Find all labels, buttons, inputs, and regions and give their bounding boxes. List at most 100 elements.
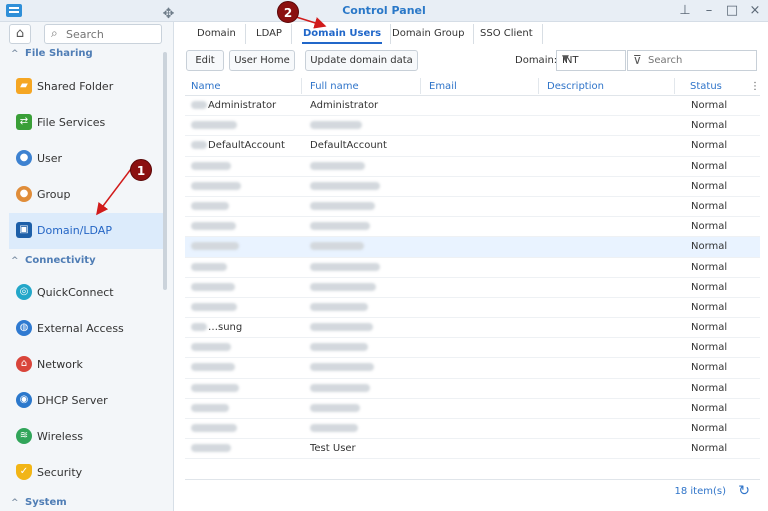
cell-full-name [310, 161, 366, 172]
cell-full-name: Administrator [310, 100, 379, 111]
column-email[interactable]: Email [429, 81, 457, 92]
section-system[interactable]: ^ System [11, 497, 67, 511]
move-window-icon[interactable]: ✥ [161, 7, 176, 22]
cell-name [191, 282, 236, 293]
cell-name [191, 403, 230, 414]
cell-status: Normal [691, 402, 728, 414]
cell-name [191, 383, 240, 394]
sidebar-item-dhcp-server[interactable]: ◉ DHCP Server [9, 383, 163, 419]
refresh-icon[interactable]: ↻ [738, 483, 750, 499]
cell-name [191, 181, 242, 192]
main-search[interactable]: ⊽ [627, 50, 757, 71]
sidebar-item-shared-folder[interactable]: ▰ Shared Folder [9, 69, 163, 105]
column-description[interactable]: Description [547, 81, 604, 92]
table-row[interactable]: Normal [185, 358, 760, 379]
sidebar-search[interactable]: ⌕ [44, 24, 162, 44]
table-row[interactable]: Normal [185, 379, 760, 399]
cell-name [191, 443, 232, 454]
sidebar-item-external-access[interactable]: ◍ External Access [9, 311, 163, 347]
table-row[interactable]: Normal [185, 177, 760, 197]
external-access-icon: ◍ [16, 320, 32, 336]
tab-domain[interactable]: Domain [188, 24, 246, 44]
section-file-sharing[interactable]: ^ File Sharing [11, 48, 93, 64]
home-icon[interactable]: ⌂ [9, 24, 31, 44]
column-full-name[interactable]: Full name [310, 81, 359, 92]
tab-ldap[interactable]: LDAP [247, 24, 292, 44]
cell-name [191, 201, 230, 212]
sidebar-item-quickconnect[interactable]: ◎ QuickConnect [9, 275, 163, 311]
edit-button[interactable]: Edit [186, 50, 224, 71]
table-row[interactable]: DefaultAccount DefaultAccount Normal [185, 136, 760, 157]
table-row[interactable]: Normal [185, 399, 760, 419]
table-row[interactable]: Normal [185, 237, 760, 258]
table-row[interactable]: Normal [185, 157, 760, 177]
sidebar-search-input[interactable] [66, 27, 158, 41]
cell-status: Normal [691, 100, 728, 111]
cell-full-name [310, 423, 359, 434]
sidebar-item-wireless[interactable]: ≋ Wireless [9, 419, 163, 455]
table-row[interactable]: …sung Normal [185, 318, 760, 339]
column-options-icon[interactable]: ⋮ [750, 81, 760, 92]
shared-folder-icon: ▰ [16, 78, 32, 94]
column-separator [420, 78, 421, 94]
sidebar-item-security[interactable]: ✓ Security [9, 455, 163, 491]
cell-status: Normal [691, 160, 728, 172]
sidebar-item-file-services[interactable]: ⇄ File Services [9, 105, 163, 141]
table-row[interactable]: Normal [185, 419, 760, 440]
table-row[interactable]: Test User Normal [185, 439, 760, 460]
sidebar-item-domain-ldap[interactable]: ▣ Domain/LDAP [9, 213, 163, 249]
table-row[interactable]: Normal [185, 278, 760, 298]
cell-full-name [310, 383, 371, 394]
pin-icon[interactable]: ⊥ [676, 2, 694, 20]
table-row[interactable]: Normal [185, 258, 760, 278]
tab-domain-users[interactable]: Domain Users [294, 24, 392, 44]
sidebar-item-group[interactable]: ● Group [9, 177, 163, 213]
cell-full-name [310, 120, 363, 131]
annotation-marker-1: 1 [130, 159, 152, 181]
cell-name [191, 342, 232, 353]
cell-full-name [310, 201, 376, 212]
domain-ldap-icon: ▣ [16, 222, 32, 238]
update-domain-data-button[interactable]: Update domain data [305, 50, 418, 71]
table-row[interactable]: Normal [185, 298, 760, 319]
cell-name [191, 221, 237, 232]
cell-full-name [310, 262, 381, 273]
table-row[interactable]: Normal [185, 197, 760, 218]
column-status[interactable]: Status [690, 81, 722, 92]
table-row[interactable]: Normal [185, 217, 760, 238]
quickconnect-icon: ◎ [16, 284, 32, 300]
table-row[interactable]: Normal [185, 338, 760, 359]
user-home-button[interactable]: User Home [229, 50, 295, 71]
minimize-icon[interactable]: – [700, 2, 718, 20]
domain-select[interactable]: INT ▼ [556, 50, 626, 71]
cell-name: …sung [191, 322, 242, 333]
cell-full-name [310, 362, 375, 373]
cell-name [191, 120, 238, 131]
table-body: Administrator Administrator Normal Normal De… [185, 96, 760, 460]
security-icon: ✓ [16, 464, 32, 480]
sidebar-item-network[interactable]: ⌂ Network [9, 347, 163, 383]
chevron-up-icon: ^ [11, 256, 19, 266]
main-search-input[interactable] [648, 54, 753, 67]
table-row[interactable]: Normal [185, 116, 760, 137]
maximize-icon[interactable]: □ [723, 2, 741, 20]
dhcp-server-icon: ◉ [16, 392, 32, 408]
cell-full-name [310, 302, 369, 313]
column-name[interactable]: Name [191, 81, 221, 92]
tab-domain-group[interactable]: Domain Group [383, 24, 475, 44]
cell-name [191, 362, 236, 373]
cell-status: Normal [691, 443, 728, 455]
section-connectivity[interactable]: ^ Connectivity [11, 255, 96, 271]
close-icon[interactable]: × [746, 2, 764, 20]
chevron-up-icon: ^ [11, 498, 19, 508]
cell-status: Normal [691, 140, 728, 152]
annotation-marker-2: 2 [277, 1, 299, 23]
cell-status: Normal [691, 281, 728, 293]
filter-icon: ⊽ [633, 53, 642, 67]
sidebar-scrollbar[interactable] [163, 52, 167, 290]
cell-name: Administrator [191, 100, 276, 111]
cell-full-name: Test User [310, 443, 356, 455]
table-row[interactable]: Administrator Administrator Normal [185, 96, 760, 117]
cell-status: Normal [691, 362, 728, 374]
tab-sso-client[interactable]: SSO Client [471, 24, 543, 44]
